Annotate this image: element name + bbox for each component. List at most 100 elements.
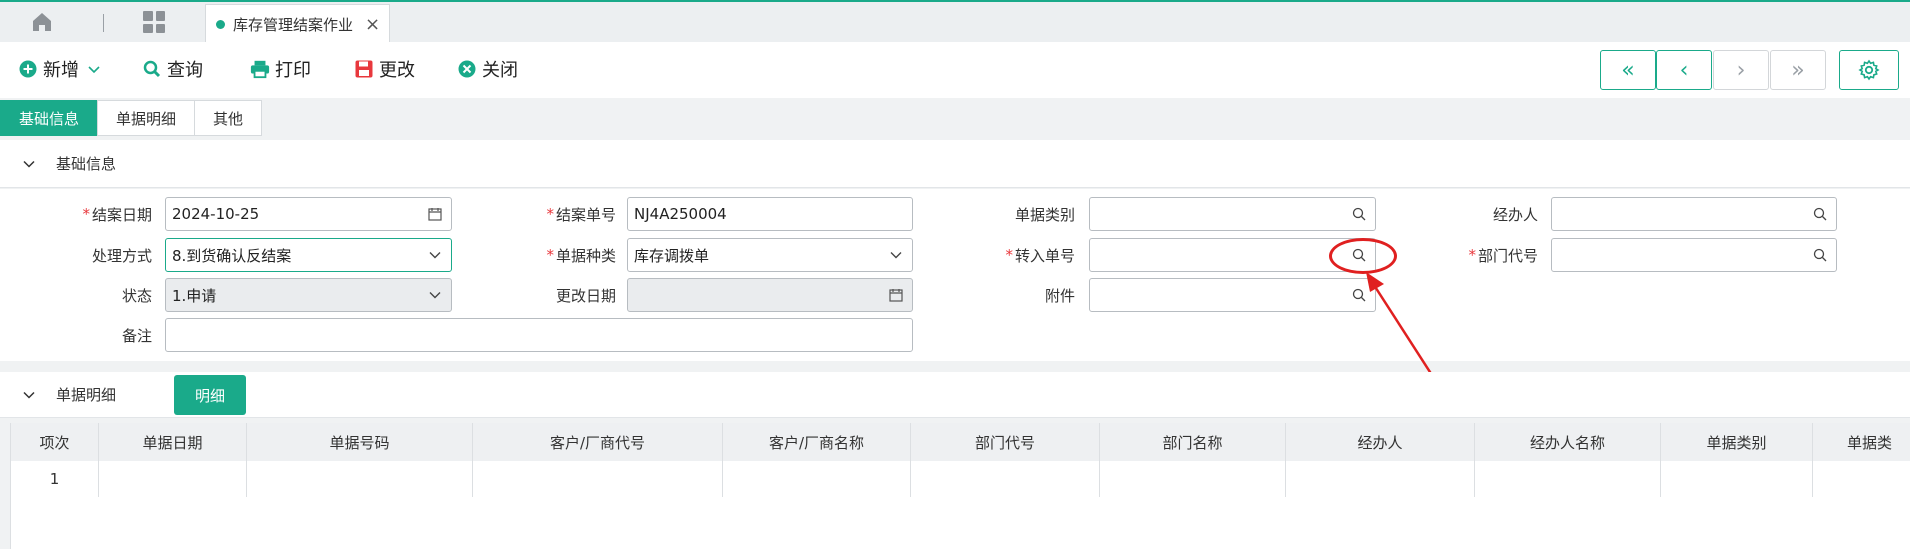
table-cell[interactable] — [99, 461, 247, 497]
chevron-down-icon[interactable] — [427, 287, 443, 303]
close-no-label: * 结案单号 — [546, 205, 616, 224]
prev-record-button[interactable]: ‹ — [1656, 50, 1712, 90]
table-cell[interactable] — [1475, 461, 1661, 497]
column-header[interactable]: 客户/厂商代号 — [473, 423, 723, 461]
column-header[interactable]: 单据类别 — [1661, 423, 1813, 461]
query-button[interactable]: 查询 — [142, 56, 203, 82]
process-method-select[interactable]: 8.到货确认反结案 — [165, 238, 452, 272]
grid-icon[interactable] — [143, 11, 165, 33]
table-cell[interactable] — [911, 461, 1100, 497]
dept-code-label: * 部门代号 — [1468, 246, 1538, 265]
column-header[interactable]: 单据号码 — [247, 423, 473, 461]
handler-field[interactable] — [1551, 197, 1837, 231]
section-title: 单据明细 — [56, 386, 117, 404]
add-button[interactable]: 新增 — [18, 56, 101, 82]
home-icon[interactable] — [30, 10, 54, 34]
search-icon[interactable] — [1812, 206, 1828, 222]
divider — [103, 14, 104, 32]
table-cell[interactable] — [1661, 461, 1813, 497]
table-cell[interactable] — [1286, 461, 1475, 497]
chevron-down-icon[interactable] — [888, 247, 904, 263]
close-date-label: * 结案日期 — [82, 205, 152, 224]
search-icon — [142, 59, 162, 79]
remark-field[interactable] — [165, 318, 913, 352]
first-record-button[interactable]: « — [1600, 50, 1656, 90]
edit-label: 更改 — [379, 60, 415, 81]
process-method-label: 处理方式 — [91, 246, 152, 265]
chevron-down-icon[interactable] — [87, 62, 101, 76]
page-tabs: 基础信息 单据明细 其他 — [0, 100, 263, 136]
attachment-field[interactable] — [1089, 278, 1376, 312]
table-cell[interactable] — [247, 461, 473, 497]
section-title: 基础信息 — [56, 155, 117, 173]
print-button[interactable]: 打印 — [250, 56, 311, 82]
status-label: 状态 — [121, 286, 152, 305]
plus-circle-icon — [18, 59, 38, 79]
doc-category-label: 单据类别 — [1014, 205, 1075, 224]
column-header[interactable]: 项次 — [11, 423, 99, 461]
print-label: 打印 — [275, 60, 311, 81]
printer-icon — [250, 59, 270, 79]
last-record-button[interactable]: » — [1770, 50, 1826, 90]
table-cell[interactable]: 1 — [11, 461, 99, 497]
column-header[interactable]: 经办人名称 — [1475, 423, 1661, 461]
chevron-down-icon[interactable] — [22, 157, 36, 171]
modify-date-field[interactable] — [627, 278, 913, 312]
save-icon — [354, 59, 374, 79]
basic-info-header[interactable]: 基础信息 — [0, 140, 1910, 188]
remark-label: 备注 — [121, 326, 152, 345]
table-cell[interactable] — [1813, 461, 1910, 497]
active-dot-icon — [216, 20, 225, 29]
grid-header-row: 项次 单据日期 单据号码 客户/厂商代号 客户/厂商名称 部门代号 部门名称 经… — [11, 423, 1910, 461]
table-cell[interactable] — [473, 461, 723, 497]
column-header[interactable]: 单据类 — [1813, 423, 1910, 461]
chevron-down-icon[interactable] — [22, 388, 36, 402]
column-header[interactable]: 单据日期 — [99, 423, 247, 461]
detail-button[interactable]: 明细 — [174, 375, 246, 415]
calendar-icon[interactable] — [888, 287, 904, 303]
settings-button[interactable] — [1839, 50, 1899, 90]
column-header[interactable]: 部门代号 — [911, 423, 1100, 461]
attachment-label: 附件 — [1044, 286, 1075, 305]
tab-other[interactable]: 其他 — [194, 100, 263, 136]
close-circle-icon — [457, 59, 477, 79]
gear-icon — [1858, 59, 1880, 81]
table-cell[interactable] — [1100, 461, 1286, 497]
calendar-icon[interactable] — [427, 206, 443, 222]
doc-type-label: * 单据种类 — [546, 246, 616, 265]
query-label: 查询 — [167, 60, 203, 81]
detail-grid: 项次 单据日期 单据号码 客户/厂商代号 客户/厂商名称 部门代号 部门名称 经… — [10, 423, 1910, 549]
toolbar: 新增 查询 打印 更改 关闭 « ‹ › » — [0, 42, 1910, 98]
transfer-no-label: * 转入单号 — [1005, 246, 1075, 265]
table-row[interactable]: 1 — [11, 461, 1910, 497]
tab-doc-detail[interactable]: 单据明细 — [97, 100, 196, 136]
column-header[interactable]: 经办人 — [1286, 423, 1475, 461]
basic-info-form: * 结案日期 2024-10-25 * 结案单号 NJ4A250004 单据类别 经… — [0, 189, 1910, 361]
annotation-circle — [1329, 238, 1397, 274]
add-label: 新增 — [43, 60, 79, 81]
close-label: 关闭 — [482, 60, 518, 81]
tab-basic-info[interactable]: 基础信息 — [0, 100, 99, 136]
column-header[interactable]: 客户/厂商名称 — [723, 423, 911, 461]
handler-label: 经办人 — [1492, 205, 1538, 224]
tab-inventory-close[interactable]: 库存管理结案作业 × — [205, 4, 390, 44]
doc-category-field[interactable] — [1089, 197, 1376, 231]
edit-button[interactable]: 更改 — [354, 56, 415, 82]
search-icon[interactable] — [1812, 247, 1828, 263]
next-record-button[interactable]: › — [1713, 50, 1769, 90]
column-header[interactable]: 部门名称 — [1100, 423, 1286, 461]
search-icon[interactable] — [1351, 206, 1367, 222]
detail-section-header[interactable]: 单据明细 明细 — [0, 372, 1910, 418]
doc-type-select[interactable]: 库存调拨单 — [627, 238, 913, 272]
close-icon[interactable]: × — [365, 14, 380, 35]
close-date-field[interactable]: 2024-10-25 — [165, 197, 452, 231]
dept-code-field[interactable] — [1551, 238, 1837, 272]
chevron-down-icon[interactable] — [427, 247, 443, 263]
table-cell[interactable] — [723, 461, 911, 497]
modify-date-label: 更改日期 — [555, 286, 616, 305]
tab-label: 库存管理结案作业 — [233, 16, 354, 34]
close-button[interactable]: 关闭 — [457, 56, 518, 82]
status-select[interactable]: 1.申请 — [165, 278, 452, 312]
close-no-field[interactable]: NJ4A250004 — [627, 197, 913, 231]
top-tab-bar: 库存管理结案作业 × — [0, 0, 1910, 44]
